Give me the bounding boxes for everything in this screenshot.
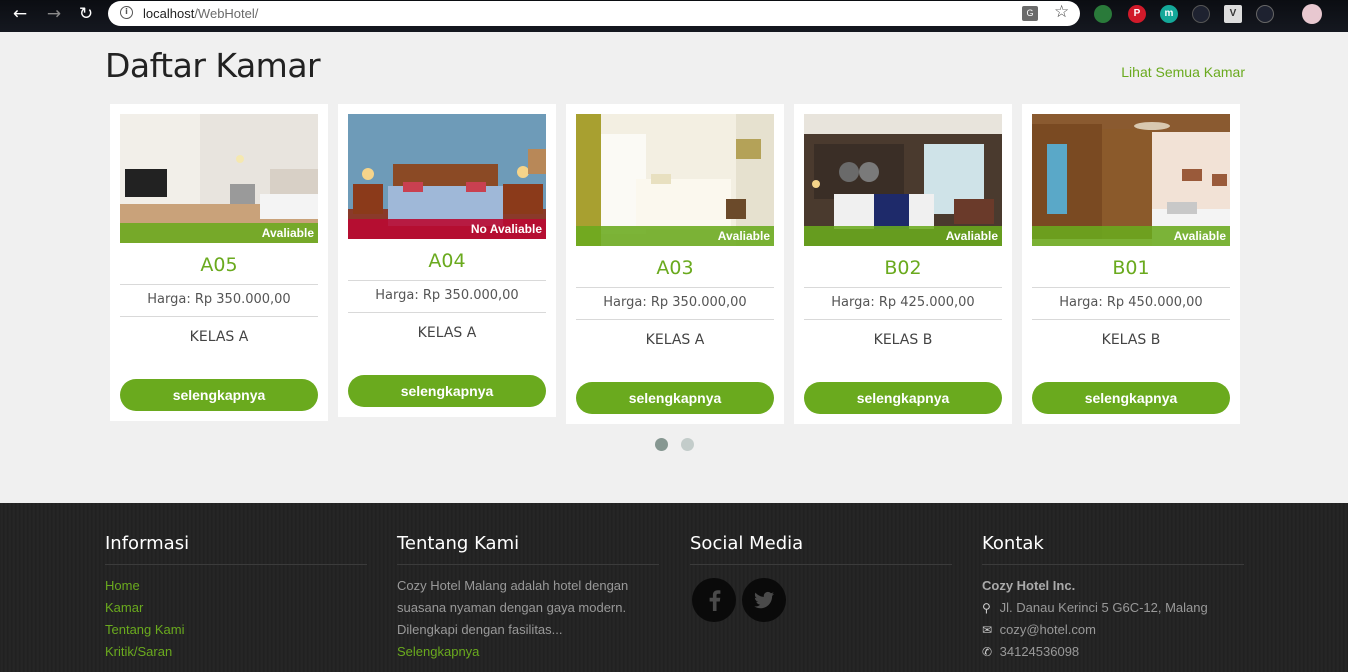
room-card: Avaliable A05 Harga: Rp 350.000,00 KELAS… bbox=[110, 104, 328, 421]
footer-heading: Informasi bbox=[105, 533, 190, 554]
divider bbox=[120, 316, 318, 317]
divider bbox=[804, 319, 1002, 320]
reload-button[interactable]: ↻ bbox=[75, 3, 97, 25]
footer-heading: Tentang Kami bbox=[397, 533, 520, 554]
room-card: Avaliable B01 Harga: Rp 450.000,00 KELAS… bbox=[1022, 104, 1240, 424]
room-price: Harga: Rp 350.000,00 bbox=[603, 295, 747, 310]
about-text: Cozy Hotel Malang adalah hotel dengan bbox=[397, 578, 629, 593]
room-image[interactable]: Avaliable bbox=[804, 114, 1002, 246]
status-badge: Avaliable bbox=[804, 226, 1002, 246]
room-price: Harga: Rp 350.000,00 bbox=[147, 292, 291, 307]
extension-m-icon[interactable]: m bbox=[1160, 5, 1178, 23]
footer-link-home[interactable]: Home bbox=[105, 578, 140, 593]
divider bbox=[105, 564, 367, 565]
divider bbox=[397, 564, 659, 565]
room-image[interactable]: Avaliable bbox=[120, 114, 318, 243]
pinterest-icon[interactable]: P bbox=[1128, 5, 1146, 23]
details-button[interactable]: selengkapnya bbox=[804, 382, 1002, 414]
status-badge: Avaliable bbox=[576, 226, 774, 246]
url-text[interactable]: localhost/WebHotel/ bbox=[143, 6, 258, 21]
envelope-icon: ✉ bbox=[982, 623, 993, 637]
footer-heading: Social Media bbox=[690, 533, 804, 554]
about-text: suasana nyaman dengan gaya modern. bbox=[397, 600, 627, 615]
room-card: Avaliable A03 Harga: Rp 350.000,00 KELAS… bbox=[566, 104, 784, 424]
status-badge: No Avaliable bbox=[348, 219, 546, 239]
divider bbox=[576, 287, 774, 288]
room-class: KELAS A bbox=[417, 325, 477, 341]
divider bbox=[804, 287, 1002, 288]
company-name: Cozy Hotel Inc. bbox=[982, 578, 1076, 593]
contact-address: ⚲ Jl. Danau Kerinci 5 G6C-12, Malang bbox=[982, 600, 1208, 615]
room-card: Avaliable B02 Harga: Rp 425.000,00 KELAS… bbox=[794, 104, 1012, 424]
room-code: B02 bbox=[884, 257, 922, 279]
divider bbox=[1032, 319, 1230, 320]
room-price: Harga: Rp 425.000,00 bbox=[831, 295, 975, 310]
room-image[interactable]: Avaliable bbox=[1032, 114, 1230, 246]
star-icon[interactable]: ☆ bbox=[1054, 2, 1069, 22]
status-badge: Avaliable bbox=[1032, 226, 1230, 246]
back-button[interactable]: ← bbox=[9, 3, 31, 25]
footer: Informasi Home Kamar Tentang Kami Kritik… bbox=[0, 503, 1348, 672]
read-more-link[interactable]: Selengkapnya bbox=[397, 644, 479, 659]
forward-button[interactable]: → bbox=[43, 3, 65, 25]
phone-icon: ✆ bbox=[982, 645, 993, 659]
info-icon[interactable]: i bbox=[120, 6, 133, 19]
status-badge: Avaliable bbox=[120, 223, 318, 243]
page-title: Daftar Kamar bbox=[105, 46, 321, 85]
contact-phone: ✆ 34124536098 bbox=[982, 644, 1080, 659]
extension-ring-icon[interactable] bbox=[1192, 5, 1210, 23]
browser-toolbar: ← → ↻ i localhost/WebHotel/ G ☆ P m V bbox=[0, 0, 1348, 32]
room-image[interactable]: Avaliable bbox=[576, 114, 774, 246]
room-class: KELAS B bbox=[873, 332, 933, 348]
details-button[interactable]: selengkapnya bbox=[120, 379, 318, 411]
carousel-dot-2[interactable] bbox=[681, 438, 694, 451]
divider bbox=[982, 564, 1244, 565]
see-all-rooms-link[interactable]: Lihat Semua Kamar bbox=[1121, 64, 1245, 80]
room-class: KELAS A bbox=[645, 332, 705, 348]
details-button[interactable]: selengkapnya bbox=[576, 382, 774, 414]
address-bar[interactable]: i localhost/WebHotel/ G ☆ bbox=[108, 1, 1080, 26]
footer-link-tentang[interactable]: Tentang Kami bbox=[105, 622, 185, 637]
footer-link-kritik[interactable]: Kritik/Saran bbox=[105, 644, 172, 659]
divider bbox=[120, 284, 318, 285]
details-button[interactable]: selengkapnya bbox=[348, 375, 546, 407]
extension-v-icon[interactable]: V bbox=[1224, 5, 1242, 23]
contact-email: ✉ cozy@hotel.com bbox=[982, 622, 1096, 637]
divider bbox=[690, 564, 952, 565]
map-marker-icon: ⚲ bbox=[982, 601, 991, 615]
room-price: Harga: Rp 350.000,00 bbox=[375, 288, 519, 303]
room-class: KELAS A bbox=[189, 329, 249, 345]
room-code: A03 bbox=[656, 257, 694, 279]
carousel-dot-1[interactable] bbox=[655, 438, 668, 451]
footer-heading: Kontak bbox=[982, 533, 1044, 554]
divider bbox=[1032, 287, 1230, 288]
profile-avatar[interactable] bbox=[1302, 4, 1322, 24]
extension-settings-icon[interactable] bbox=[1256, 5, 1274, 23]
room-code: A04 bbox=[428, 250, 466, 272]
room-price: Harga: Rp 450.000,00 bbox=[1059, 295, 1203, 310]
facebook-icon[interactable] bbox=[692, 578, 736, 622]
details-button[interactable]: selengkapnya bbox=[1032, 382, 1230, 414]
room-code: A05 bbox=[200, 254, 238, 276]
divider bbox=[348, 280, 546, 281]
twitter-icon[interactable] bbox=[742, 578, 786, 622]
room-image[interactable]: No Avaliable bbox=[348, 114, 546, 239]
room-card: No Avaliable A04 Harga: Rp 350.000,00 KE… bbox=[338, 104, 556, 417]
translate-icon[interactable]: G bbox=[1022, 6, 1038, 21]
room-class: KELAS B bbox=[1101, 332, 1161, 348]
divider bbox=[576, 319, 774, 320]
footer-link-kamar[interactable]: Kamar bbox=[105, 600, 143, 615]
extension-globe-icon[interactable] bbox=[1094, 5, 1112, 23]
divider bbox=[348, 312, 546, 313]
room-code: B01 bbox=[1112, 257, 1150, 279]
about-text: Dilengkapi dengan fasilitas... bbox=[397, 622, 563, 637]
